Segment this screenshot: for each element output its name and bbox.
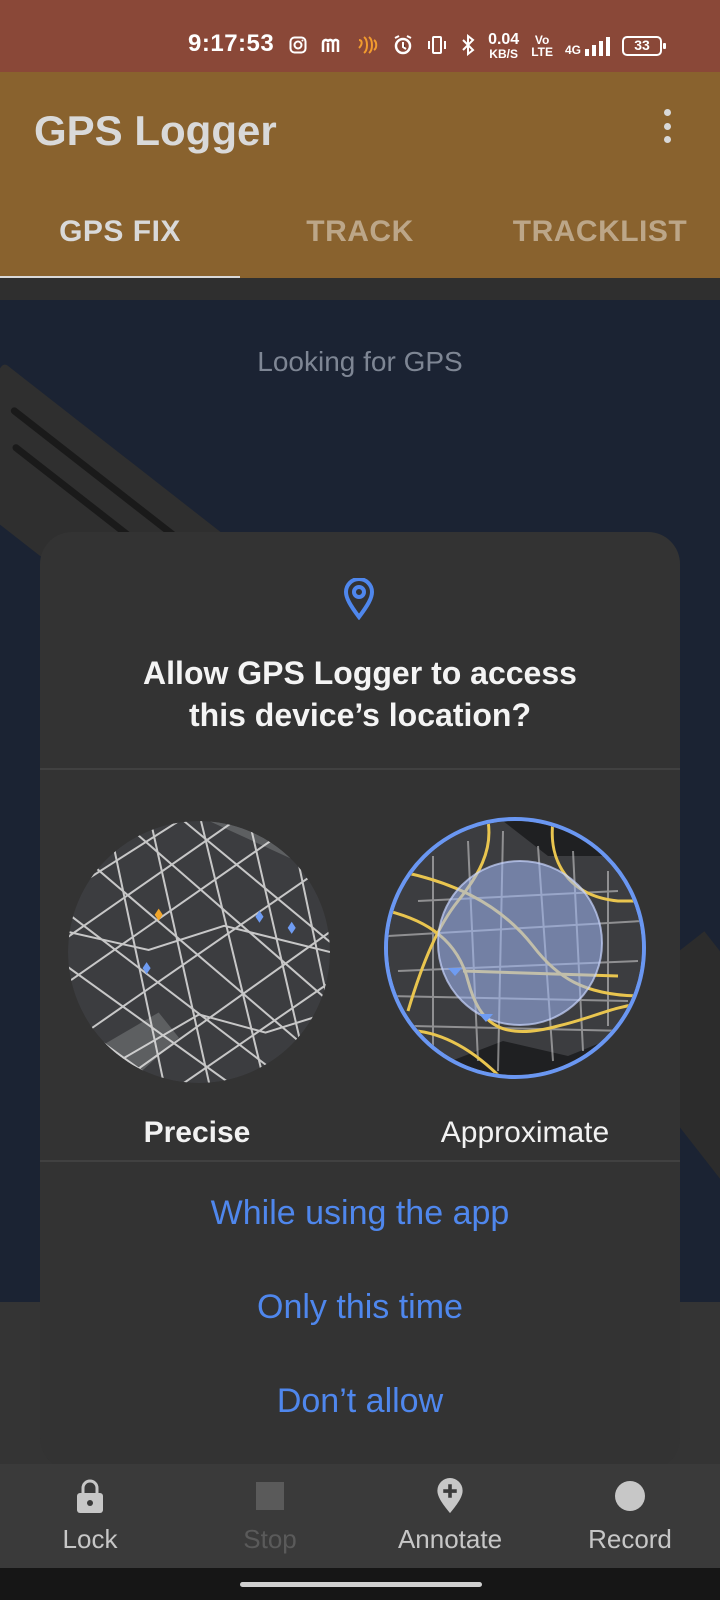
volte-bottom: LTE	[531, 45, 553, 59]
4g-signal-icon: 4G	[564, 36, 610, 57]
more-vertical-icon[interactable]	[662, 109, 672, 143]
alarm-icon	[392, 34, 414, 59]
add-location-icon	[437, 1478, 463, 1514]
lock-button[interactable]: Lock	[0, 1464, 180, 1568]
home-gesture-handle[interactable]	[240, 1582, 482, 1587]
tab-bar: GPS FIX TRACK TRACKLIST	[0, 202, 720, 278]
volte-icon: Vo LTE	[531, 34, 553, 58]
battery-icon: 33	[622, 36, 666, 56]
status-time: 9:17:53	[188, 30, 275, 57]
gesture-navigation-area	[0, 1568, 720, 1600]
dialog-title: Allow GPS Logger to access this device’s…	[40, 652, 680, 736]
stop-icon	[256, 1482, 284, 1510]
dialog-title-line-1: Allow GPS Logger to access	[143, 655, 577, 691]
data-speed-icon: 0.04 KB/S	[488, 31, 520, 61]
precise-location-option[interactable]: Precise	[65, 818, 345, 1149]
tab-tracklist[interactable]: TRACKLIST	[480, 202, 720, 278]
tab-gps-fix[interactable]: GPS FIX	[0, 202, 240, 278]
approximate-location-option[interactable]: Approximate	[384, 817, 665, 1149]
dialog-divider	[40, 1160, 680, 1162]
bottom-navigation: Lock Stop Annotate Record	[0, 1464, 720, 1568]
status-bar: 9:17:53 0.04 KB/S Vo LTE 4G 33	[0, 0, 720, 72]
precise-label: Precise	[143, 1116, 251, 1149]
stop-label: Stop	[243, 1524, 297, 1554]
dont-allow-button[interactable]: Don’t allow	[40, 1382, 680, 1421]
status-icons: 0.04 KB/S Vo LTE 4G 33	[288, 31, 666, 61]
gps-status-text: Looking for GPS	[257, 346, 463, 377]
speed-unit: KB/S	[489, 47, 518, 61]
record-label: Record	[588, 1524, 672, 1554]
vibrate-icon	[426, 34, 448, 59]
stop-button[interactable]: Stop	[180, 1464, 360, 1568]
record-icon	[615, 1481, 645, 1511]
app-bar: GPS Logger GPS FIX TRACK TRACKLIST	[0, 72, 720, 280]
speed-value: 0.04	[488, 31, 520, 48]
approximate-map-icon	[384, 817, 646, 1079]
content-top-bar	[0, 278, 720, 300]
precise-map-icon	[68, 821, 330, 1083]
tab-track[interactable]: TRACK	[240, 202, 480, 278]
app-title: GPS Logger	[34, 107, 277, 154]
approximate-label: Approximate	[440, 1116, 610, 1149]
location-pin-icon	[343, 578, 375, 620]
while-using-app-button[interactable]: While using the app	[40, 1194, 680, 1233]
m-app-icon	[320, 35, 344, 58]
dialog-title-line-2: this device’s location?	[188, 697, 531, 733]
bluetooth-icon	[460, 33, 476, 59]
app-notification-icon	[356, 34, 380, 59]
instagram-icon	[288, 35, 308, 58]
only-this-time-button[interactable]: Only this time	[40, 1288, 680, 1327]
location-permission-dialog: Allow GPS Logger to access this device’s…	[40, 532, 680, 1470]
annotate-button[interactable]: Annotate	[360, 1464, 540, 1568]
annotate-label: Annotate	[397, 1524, 503, 1554]
dialog-divider	[40, 768, 680, 770]
network-type: 4G	[564, 42, 581, 57]
lock-icon	[77, 1479, 103, 1513]
record-button[interactable]: Record	[540, 1464, 720, 1568]
lock-label: Lock	[62, 1524, 118, 1554]
